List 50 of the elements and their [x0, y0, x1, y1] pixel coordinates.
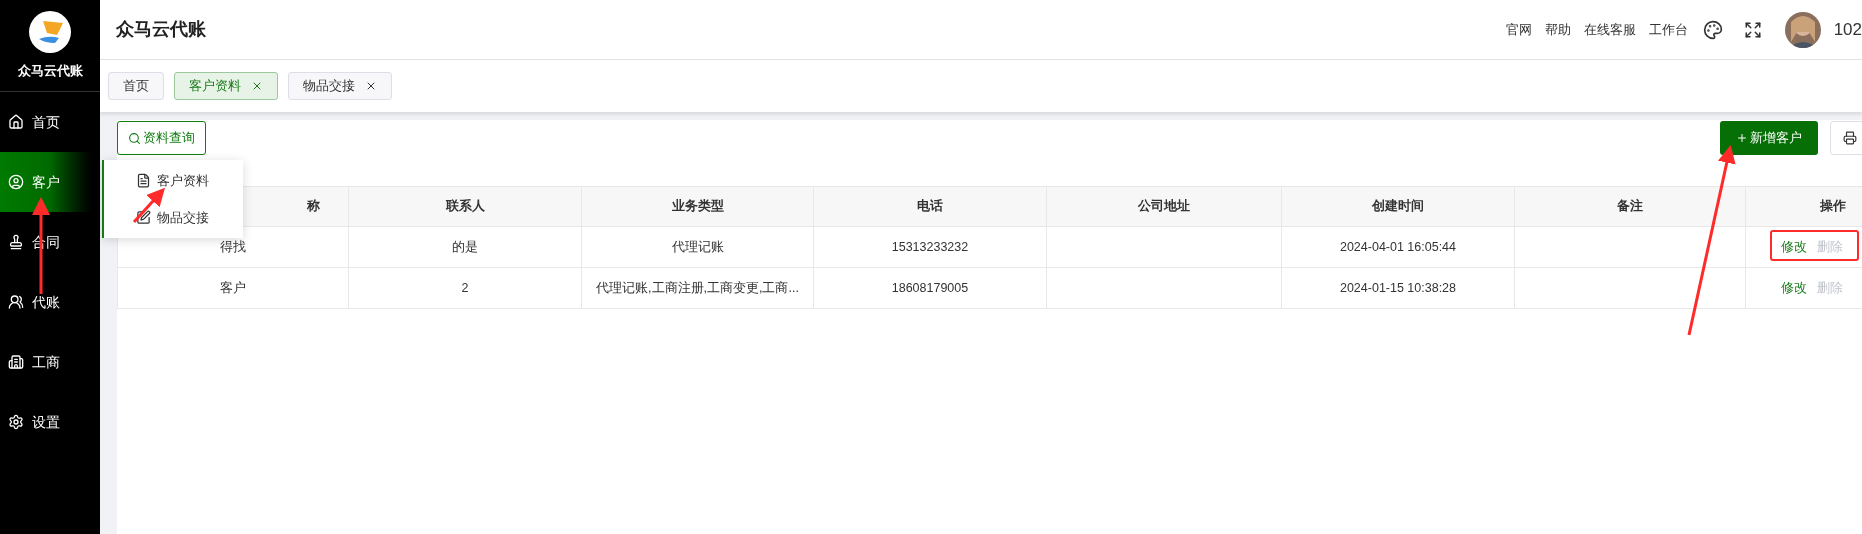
- table-cell: 2: [348, 267, 582, 309]
- people-icon: [8, 294, 24, 310]
- stamp-icon: [8, 234, 24, 250]
- page-tab[interactable]: 物品交接: [288, 72, 392, 100]
- close-icon[interactable]: [365, 80, 377, 92]
- edit-icon: [136, 210, 151, 226]
- page-title: 众马云代账: [116, 18, 206, 41]
- table-cell: 2024-04-01 16:05:44: [1281, 226, 1515, 268]
- row-action-link[interactable]: 修改: [1781, 281, 1807, 296]
- table-cell: 15313233232: [813, 226, 1047, 268]
- search-button[interactable]: 资料查询: [117, 121, 206, 155]
- header-link[interactable]: 工作台: [1648, 19, 1688, 40]
- fullscreen-icon[interactable]: [1743, 20, 1762, 39]
- brand-name: 众马云代账: [17, 61, 83, 80]
- nav-item[interactable]: 工商: [0, 332, 100, 392]
- settings-icon: [8, 414, 24, 430]
- table-cell: 18608179005: [813, 267, 1047, 309]
- nav-item[interactable]: 代账: [0, 272, 100, 332]
- column-header: 业务类型: [581, 186, 814, 227]
- nav-item[interactable]: 首页: [0, 92, 100, 152]
- header-link[interactable]: 帮助: [1544, 19, 1571, 40]
- palette-icon[interactable]: [1702, 19, 1723, 40]
- table-cell: 客户: [117, 267, 349, 309]
- column-header: 电话: [813, 186, 1047, 227]
- header-link[interactable]: 官网: [1505, 19, 1532, 40]
- page-tab[interactable]: 客户资料: [174, 72, 278, 100]
- submenu-item[interactable]: 物品交接: [136, 208, 243, 228]
- plus-icon: [1736, 132, 1748, 144]
- column-header: 创建时间: [1281, 186, 1515, 227]
- nav-item[interactable]: 设置: [0, 392, 100, 452]
- table-cell: 代理记账,工商注册,工商变更,工商...: [581, 267, 814, 309]
- table-cell: 的是: [348, 226, 582, 268]
- user-name: 102: [1833, 18, 1862, 41]
- column-header: 联系人: [348, 186, 582, 227]
- page-tab[interactable]: 首页: [108, 72, 164, 100]
- table-cell: 代理记账: [581, 226, 814, 268]
- column-header: 备注: [1514, 186, 1746, 227]
- column-header: 操作: [1745, 186, 1862, 227]
- header-link[interactable]: 在线客服: [1583, 19, 1636, 40]
- search-icon: [128, 131, 141, 145]
- column-header: 公司地址: [1046, 186, 1282, 227]
- add-customer-button[interactable]: 新增客户: [1720, 121, 1818, 155]
- document-icon: [136, 172, 151, 188]
- printer-icon: [1843, 131, 1857, 145]
- building-icon: [8, 354, 24, 370]
- home-icon: [8, 114, 24, 130]
- user-icon: [8, 174, 24, 190]
- row-action-link[interactable]: 修改: [1781, 240, 1807, 255]
- table-cell: 2024-01-15 10:38:28: [1281, 267, 1515, 309]
- logo: [29, 10, 71, 53]
